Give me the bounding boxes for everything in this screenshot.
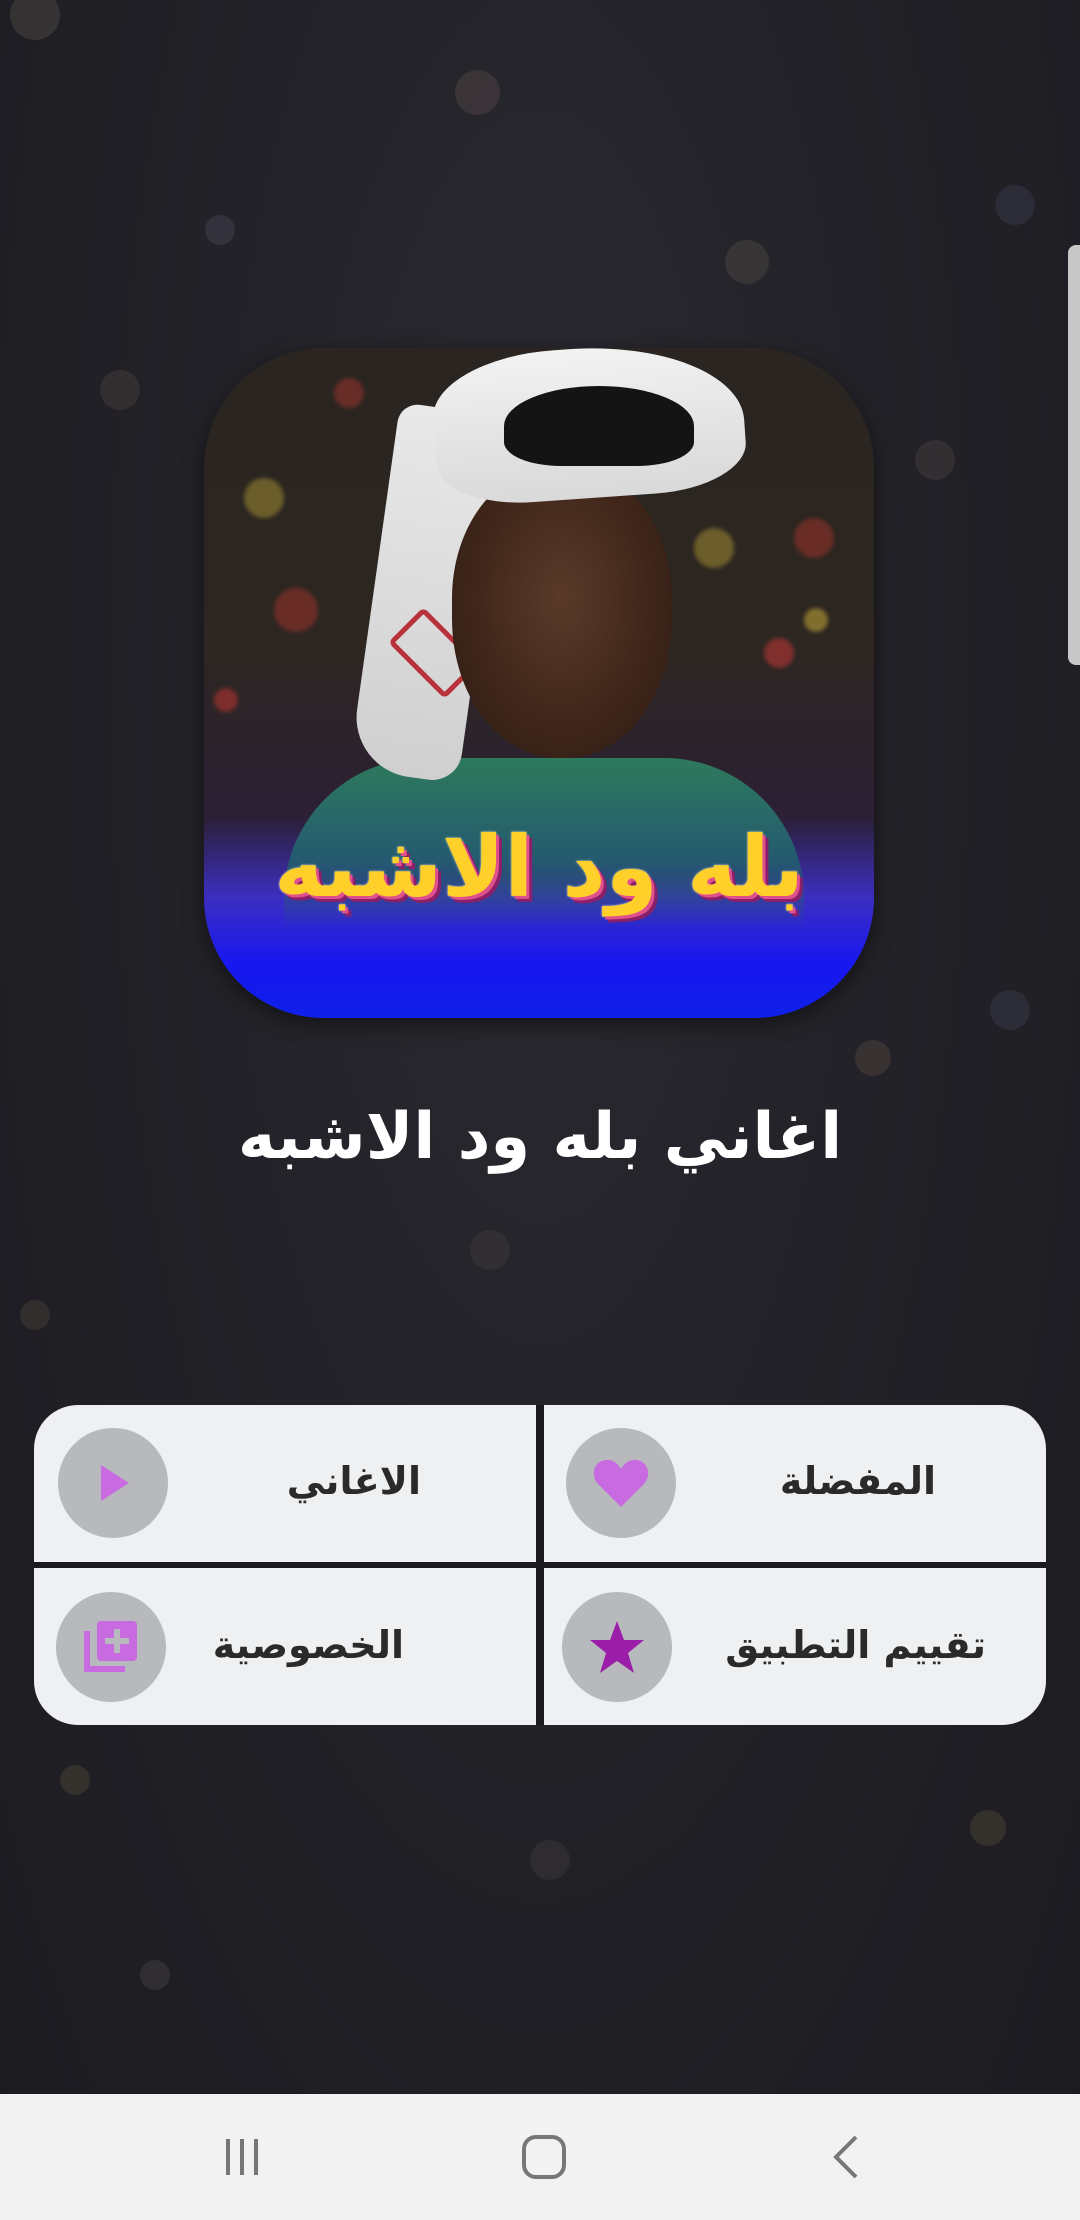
privacy-icon-circle xyxy=(56,1592,166,1702)
recent-apps-icon xyxy=(226,2139,258,2175)
rate-icon-circle xyxy=(562,1592,672,1702)
play-icon xyxy=(101,1465,129,1501)
songs-icon-circle xyxy=(58,1428,168,1538)
star-icon xyxy=(590,1621,644,1673)
rate-app-label: تقييم التطبيق xyxy=(725,1623,986,1667)
heart-icon xyxy=(593,1459,649,1507)
scrollbar-thumb[interactable] xyxy=(1068,245,1080,665)
songs-label: الاغاني xyxy=(286,1459,421,1503)
home-button[interactable] xyxy=(514,2127,574,2187)
home-icon xyxy=(522,2135,566,2179)
system-navigation-bar xyxy=(0,2094,1080,2220)
rate-app-button[interactable]: تقييم التطبيق xyxy=(544,1568,1046,1725)
page-title: اغاني بله ود الاشبه xyxy=(237,1100,843,1174)
privacy-label: الخصوصية xyxy=(212,1623,404,1667)
favorites-label: المفضلة xyxy=(779,1459,936,1503)
cover-title-text: بله ود الاشبه xyxy=(274,818,804,916)
privacy-button[interactable]: الخصوصية xyxy=(34,1568,536,1725)
recent-apps-button[interactable] xyxy=(212,2127,272,2187)
favorites-button[interactable]: المفضلة xyxy=(544,1405,1046,1562)
favorites-icon-circle xyxy=(566,1428,676,1538)
main-menu-grid: الاغاني المفضلة الخصوصية تقييم التطبيق xyxy=(34,1405,1046,1725)
back-button[interactable] xyxy=(816,2127,876,2187)
songs-button[interactable]: الاغاني xyxy=(34,1405,536,1562)
back-icon xyxy=(833,2135,858,2179)
app-cover-image: بله ود الاشبه xyxy=(204,348,874,1018)
add-library-icon xyxy=(84,1621,137,1672)
